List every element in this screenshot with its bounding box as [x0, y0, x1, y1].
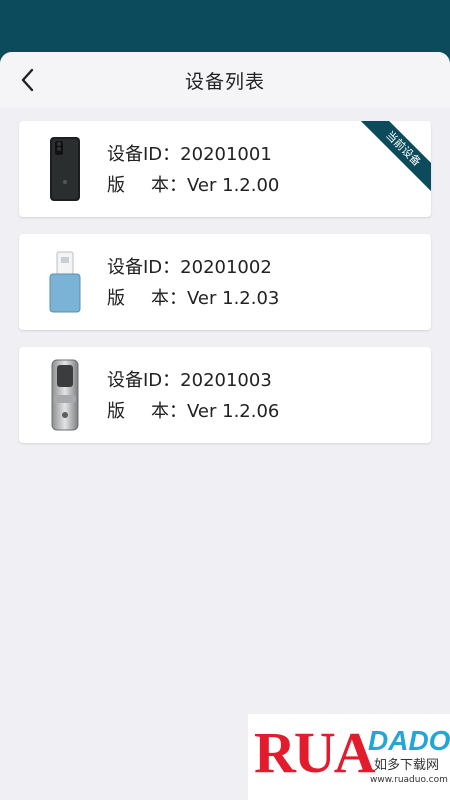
device-card-20201002[interactable]: 设备ID： 20201002 版本： Ver 1.2.03	[19, 234, 431, 330]
device-id-label: 设备ID：	[107, 370, 181, 391]
device-image-usb-key	[41, 246, 89, 318]
device-version-row: 版本： Ver 1.2.00	[107, 170, 279, 201]
device-id-row: 设备ID： 20201002	[107, 252, 279, 283]
device-version-row: 版本： Ver 1.2.03	[107, 283, 279, 314]
back-button[interactable]	[12, 64, 44, 96]
device-id-value: 20201002	[180, 257, 272, 278]
device-id-value: 20201003	[180, 370, 272, 391]
chevron-left-icon	[21, 68, 34, 92]
device-card-20201001[interactable]: 设备ID： 20201001 版本： Ver 1.2.00 当前设备	[19, 121, 431, 217]
version-label: 版本：	[107, 288, 187, 309]
version-value: Ver 1.2.03	[187, 288, 280, 309]
nav-header: 设备列表	[0, 52, 450, 108]
current-device-ribbon: 当前设备	[357, 121, 431, 195]
device-id-value: 20201001	[180, 144, 272, 165]
version-value: Ver 1.2.06	[187, 401, 280, 422]
device-image-phone-case	[41, 133, 89, 205]
version-value: Ver 1.2.00	[187, 175, 280, 196]
device-list: 设备ID： 20201001 版本： Ver 1.2.00 当前设备 设备ID：…	[0, 108, 450, 443]
device-card-20201003[interactable]: 设备ID： 20201003 版本： Ver 1.2.06	[19, 347, 431, 443]
watermark-brand-right: DADO	[368, 725, 450, 756]
watermark-logo: RUA DADO 如多下载网 www.ruaduo.com	[248, 714, 450, 800]
page-title: 设备列表	[184, 70, 265, 93]
device-id-row: 设备ID： 20201003	[107, 365, 279, 396]
watermark-url: www.ruaduo.com	[370, 775, 448, 785]
watermark-cn-text: 如多下载网	[374, 758, 440, 773]
device-id-label: 设备ID：	[107, 257, 181, 278]
device-image-door-lock	[41, 359, 89, 431]
version-label: 版本：	[107, 175, 187, 196]
device-list-screen: 设备列表 设备ID： 20201001 版 本： Ver 1.2.00 当前设备…	[0, 52, 450, 800]
device-id-label: 设备ID：	[107, 144, 181, 165]
watermark-brand-left: RUA	[254, 720, 376, 785]
device-id-row: 设备ID： 20201001	[107, 139, 279, 170]
version-label: 版本：	[107, 401, 187, 422]
device-version-row: 版本： Ver 1.2.06	[107, 396, 279, 427]
